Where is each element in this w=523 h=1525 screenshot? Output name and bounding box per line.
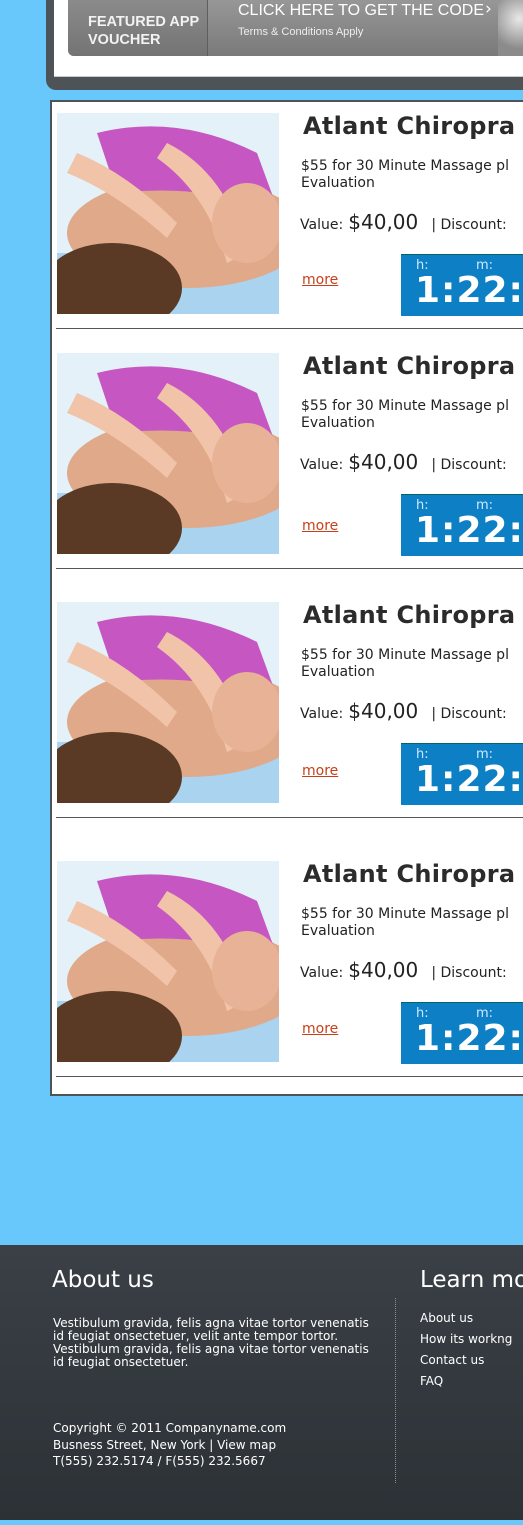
about-paragraph-2: Vestibulum gravida, felis agna vitae tor… [53, 1342, 369, 1369]
learn-more-title: Learn mo [420, 1267, 523, 1293]
deal-value-row: Value: $40,00 | Discount: [300, 210, 507, 234]
promo-terms: Terms & Conditions Apply [238, 26, 364, 38]
footer-link-about[interactable]: About us [420, 1311, 512, 1332]
deal-divider [56, 817, 523, 818]
deal-desc-line1: $55 for 30 Minute Massage pl [301, 906, 509, 922]
about-title: About us [52, 1267, 154, 1293]
value-label: Value: [300, 965, 344, 981]
deal-desc-line1: $55 for 30 Minute Massage pl [301, 398, 509, 414]
phone-line: T(555) 232.5174 / F(555) 232.5667 [53, 1454, 266, 1468]
timer-value: 1:22: [415, 510, 523, 551]
copyright-block: Copyright © 2011 Companyname.com Busness… [53, 1420, 286, 1470]
discount-label: | Discount: [431, 217, 507, 233]
deal-image[interactable] [57, 353, 279, 554]
discount-label: | Discount: [431, 965, 507, 981]
footer-link-faq[interactable]: FAQ [420, 1374, 512, 1395]
value-amount: $40,00 [348, 450, 419, 474]
deal-title[interactable]: Atlant Chiropra [303, 601, 515, 629]
footer-divider [395, 1298, 397, 1483]
chevron-right-icon: › [485, 0, 492, 19]
deals-list: Atlant Chiropra $55 for 30 Minute Massag… [50, 100, 523, 1096]
timer-value: 1:22: [415, 1018, 523, 1059]
deal-divider [56, 568, 523, 569]
value-label: Value: [300, 217, 344, 233]
footer-link-how-it-works[interactable]: How its workng [420, 1332, 512, 1353]
copyright-line: Copyright © 2011 Companyname.com [53, 1421, 287, 1435]
footer-link-contact[interactable]: Contact us [420, 1353, 512, 1374]
deal-image[interactable] [57, 602, 279, 803]
footer-bottom-strip [0, 1520, 523, 1525]
deal-description: $55 for 30 Minute Massage pl Evaluation [301, 906, 523, 940]
value-amount: $40,00 [348, 699, 419, 723]
more-link[interactable]: more [302, 518, 338, 534]
deal-desc-line1: $55 for 30 Minute Massage pl [301, 158, 509, 174]
more-link[interactable]: more [302, 763, 338, 779]
value-label: Value: [300, 457, 344, 473]
discount-label: | Discount: [431, 457, 507, 473]
about-paragraph-1: Vestibulum gravida, felis agna vitae tor… [53, 1316, 369, 1343]
timer-value: 1:22: [415, 270, 523, 311]
value-label: Value: [300, 706, 344, 722]
deal-image[interactable] [57, 861, 279, 1062]
more-link[interactable]: more [302, 1021, 338, 1037]
promo-featured-line1: FEATURED APP [88, 14, 200, 30]
deal-desc-line2: Evaluation [301, 923, 375, 939]
address-line: Busness Street, New York | View map [53, 1437, 277, 1452]
promo-container: FEATURED APP VOUCHER CLICK HERE TO GET T… [46, 0, 523, 90]
learn-more-links: About us How its workng Contact us FAQ [420, 1311, 512, 1395]
promo-featured-label: FEATURED APP VOUCHER [88, 13, 208, 49]
deal-image[interactable] [57, 113, 279, 314]
deal-title[interactable]: Atlant Chiropra [303, 352, 515, 380]
deal-description: $55 for 30 Minute Massage pl Evaluation [301, 647, 523, 681]
value-amount: $40,00 [348, 958, 419, 982]
about-text: Vestibulum gravida, felis agna vitae tor… [53, 1317, 383, 1369]
countdown-timer: h: m: 1:22: [401, 1002, 523, 1064]
deal-desc-line2: Evaluation [301, 175, 375, 191]
discount-label: | Discount: [431, 706, 507, 722]
deal-description: $55 for 30 Minute Massage pl Evaluation [301, 158, 523, 192]
more-link[interactable]: more [302, 272, 338, 288]
deal-divider [56, 1076, 523, 1077]
deal-desc-line2: Evaluation [301, 664, 375, 680]
deal-title[interactable]: Atlant Chiropra [303, 860, 515, 888]
deal-divider [56, 328, 523, 329]
countdown-timer: h: m: 1:22: [401, 743, 523, 805]
footer: About us Vestibulum gravida, felis agna … [0, 1245, 523, 1520]
deal-value-row: Value: $40,00 | Discount: [300, 699, 507, 723]
timer-value: 1:22: [415, 759, 523, 800]
deal-desc-line1: $55 for 30 Minute Massage pl [301, 647, 509, 663]
deal-value-row: Value: $40,00 | Discount: [300, 450, 507, 474]
deal-title[interactable]: Atlant Chiropra [303, 112, 515, 140]
countdown-timer: h: m: 1:22: [401, 494, 523, 556]
deal-value-row: Value: $40,00 | Discount: [300, 958, 507, 982]
promo-photo [498, 0, 523, 56]
value-amount: $40,00 [348, 210, 419, 234]
deal-desc-line2: Evaluation [301, 415, 375, 431]
promo-featured-line2: VOUCHER [88, 32, 161, 48]
promo-cta-link[interactable]: CLICK HERE TO GET THE CODE [238, 2, 484, 20]
promo-banner[interactable]: FEATURED APP VOUCHER CLICK HERE TO GET T… [68, 0, 523, 56]
countdown-timer: h: m: 1:22: [401, 254, 523, 316]
promo-inner: FEATURED APP VOUCHER CLICK HERE TO GET T… [54, 0, 523, 77]
deal-description: $55 for 30 Minute Massage pl Evaluation [301, 398, 523, 432]
